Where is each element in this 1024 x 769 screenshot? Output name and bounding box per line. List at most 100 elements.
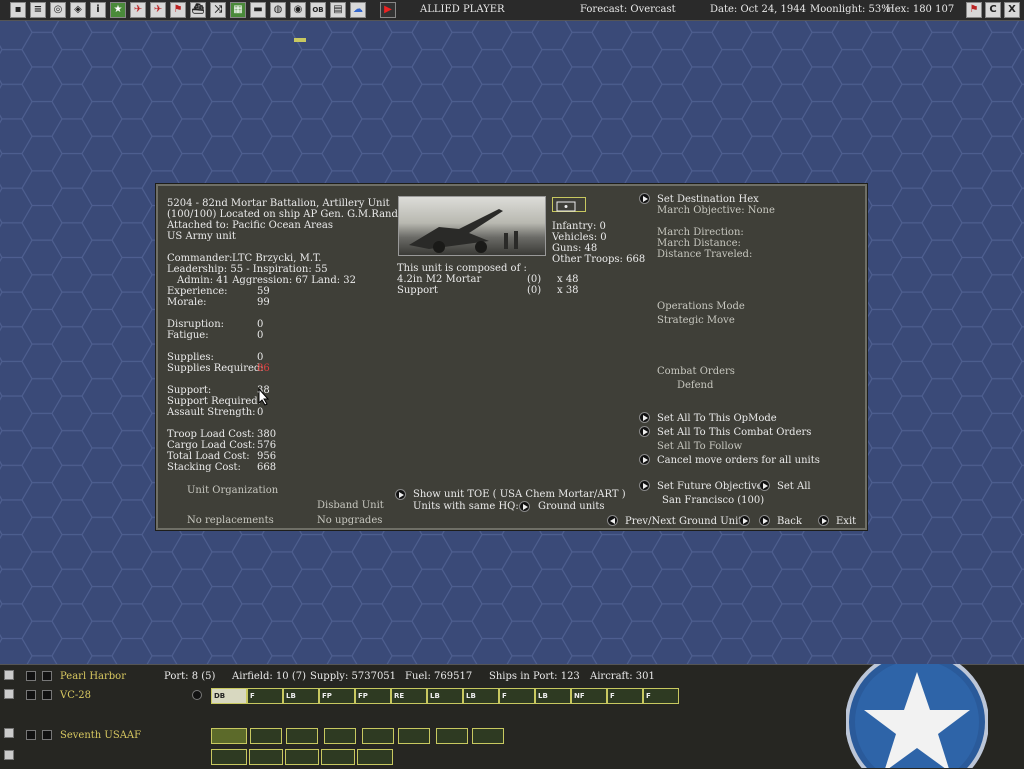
exit-button[interactable]: Exit: [836, 516, 856, 527]
ground-tile-armor[interactable]: [211, 728, 247, 744]
disband-unit-button[interactable]: Disband Unit: [317, 500, 384, 511]
save-icon[interactable]: ▪: [10, 2, 26, 18]
back-arrow-icon[interactable]: [759, 515, 770, 526]
prev-air-icon[interactable]: [26, 690, 36, 700]
set-destination-button[interactable]: Set Destination Hex: [657, 194, 759, 205]
ground-tile-infantry[interactable]: [324, 728, 356, 744]
prev-base-icon[interactable]: [26, 671, 36, 681]
prev-hq-icon[interactable]: [26, 730, 36, 740]
air-tile[interactable]: F: [499, 688, 535, 704]
show-toe-button[interactable]: Show unit TOE ( USA Chem Mortar/ART ): [413, 489, 626, 500]
globe-icon[interactable]: ◍: [270, 2, 286, 18]
set-all-combat-button[interactable]: Set All To This Combat Orders: [657, 427, 811, 438]
ground-units-arrow-icon[interactable]: [519, 501, 530, 512]
unit-organization-button[interactable]: Unit Organization: [187, 485, 278, 496]
strategic-move-button[interactable]: Strategic Move: [657, 315, 735, 326]
air-icon[interactable]: ✈: [130, 2, 146, 18]
land-unit-icon[interactable]: [4, 750, 14, 760]
next-air-icon[interactable]: [42, 690, 52, 700]
set-all-opmode-arrow-icon[interactable]: [639, 412, 650, 423]
intel-icon[interactable]: ◎: [50, 2, 66, 18]
air-tile[interactable]: LB: [427, 688, 463, 704]
air-tile[interactable]: F: [247, 688, 283, 704]
air-tile[interactable]: LB: [535, 688, 571, 704]
set-all-button[interactable]: Set All: [777, 481, 811, 492]
set-future-objective-button[interactable]: Set Future Objective: [657, 481, 763, 492]
commander-value[interactable]: LTC Brzycki, M.T.: [232, 253, 321, 264]
back-button[interactable]: Back: [777, 516, 802, 527]
hq-icon[interactable]: [4, 728, 14, 738]
end-turn-play-icon[interactable]: ▶: [380, 2, 396, 18]
unit-photo: [398, 196, 546, 256]
air-tile[interactable]: F: [643, 688, 679, 704]
convoy-icon[interactable]: ▬: [250, 2, 266, 18]
same-hq-label: Units with same HQ:: [413, 501, 519, 512]
ground-tile-engineer[interactable]: [398, 728, 430, 744]
hq-name[interactable]: Seventh USAAF: [60, 730, 141, 741]
c-button[interactable]: C: [985, 2, 1001, 18]
squadron-name[interactable]: VC-28: [60, 690, 91, 701]
air-unit-icon[interactable]: [4, 689, 14, 699]
ship-tile[interactable]: [321, 749, 355, 765]
table-icon[interactable]: ▤: [330, 2, 346, 18]
ship-icon[interactable]: ⛴: [190, 2, 206, 18]
air-tile[interactable]: FP: [355, 688, 391, 704]
base-icon[interactable]: [4, 670, 14, 680]
device-name[interactable]: Support: [397, 285, 438, 296]
stat-value: 0: [257, 330, 264, 341]
march-objective-text: March Objective: None: [657, 205, 775, 216]
air-tile[interactable]: NF: [571, 688, 607, 704]
set-all-opmode-button[interactable]: Set All To This OpMode: [657, 413, 777, 424]
weather-icon[interactable]: ☁: [350, 2, 366, 18]
set-future-arrow-icon[interactable]: [639, 480, 650, 491]
ship-tile[interactable]: [285, 749, 319, 765]
next-base-icon[interactable]: [42, 671, 52, 681]
next-unit-arrow-icon[interactable]: [739, 515, 750, 526]
ob-icon[interactable]: OB: [310, 2, 326, 18]
base-icon[interactable]: ▦: [230, 2, 246, 18]
unit-marker[interactable]: [294, 38, 306, 42]
report-icon[interactable]: ≡: [30, 2, 46, 18]
base-name[interactable]: Pearl Harbor: [60, 671, 126, 682]
air-tile[interactable]: DB: [211, 688, 247, 704]
air-tile[interactable]: FP: [319, 688, 355, 704]
next-hq-icon[interactable]: [42, 730, 52, 740]
air-tile[interactable]: LB: [463, 688, 499, 704]
air-tile[interactable]: LB: [283, 688, 319, 704]
air-group-icon[interactable]: ✈: [150, 2, 166, 18]
set-all-arrow-icon[interactable]: [759, 480, 770, 491]
flag-icon[interactable]: ⚑: [170, 2, 186, 18]
set-destination-arrow-icon[interactable]: [639, 193, 650, 204]
exit-arrow-icon[interactable]: [818, 515, 829, 526]
world-icon[interactable]: ◉: [290, 2, 306, 18]
air-tile[interactable]: RE: [391, 688, 427, 704]
star-icon[interactable]: ★: [110, 2, 126, 18]
ship-tile[interactable]: [357, 749, 393, 765]
cancel-move-button[interactable]: Cancel move orders for all units: [657, 455, 820, 466]
ground-tile-naval-base[interactable]: [436, 728, 468, 744]
set-all-follow-button[interactable]: Set All To Follow: [657, 441, 742, 452]
ship-tile[interactable]: [211, 749, 247, 765]
upgrades-status: No upgrades: [317, 515, 383, 526]
ground-tile-naval-base[interactable]: [472, 728, 504, 744]
air-tile[interactable]: F: [607, 688, 643, 704]
defend-button[interactable]: Defend: [677, 380, 713, 391]
ground-tile-bf[interactable]: [286, 728, 318, 744]
set-all-combat-arrow-icon[interactable]: [639, 426, 650, 437]
ground-tile-xxx[interactable]: [250, 728, 282, 744]
air-list-arrow-icon[interactable]: [192, 690, 202, 700]
march-direction-text: March Direction:: [657, 227, 744, 238]
ground-tile-artillery[interactable]: [362, 728, 394, 744]
ground-units-button[interactable]: Ground units: [538, 501, 604, 512]
info-icon[interactable]: i: [90, 2, 106, 18]
prev-unit-arrow-icon[interactable]: [607, 515, 618, 526]
flag-icon[interactable]: ⚑: [966, 2, 982, 18]
route-icon[interactable]: ⤨: [210, 2, 226, 18]
cancel-move-arrow-icon[interactable]: [639, 454, 650, 465]
device-name[interactable]: 4.2in M2 Mortar: [397, 274, 481, 285]
admin-text: Admin: 41 Aggression: 67 Land: 32: [177, 275, 357, 286]
show-toe-arrow-icon[interactable]: [395, 489, 406, 500]
close-icon[interactable]: X: [1004, 2, 1020, 18]
ship-tile[interactable]: [249, 749, 283, 765]
ops-icon[interactable]: ◈: [70, 2, 86, 18]
